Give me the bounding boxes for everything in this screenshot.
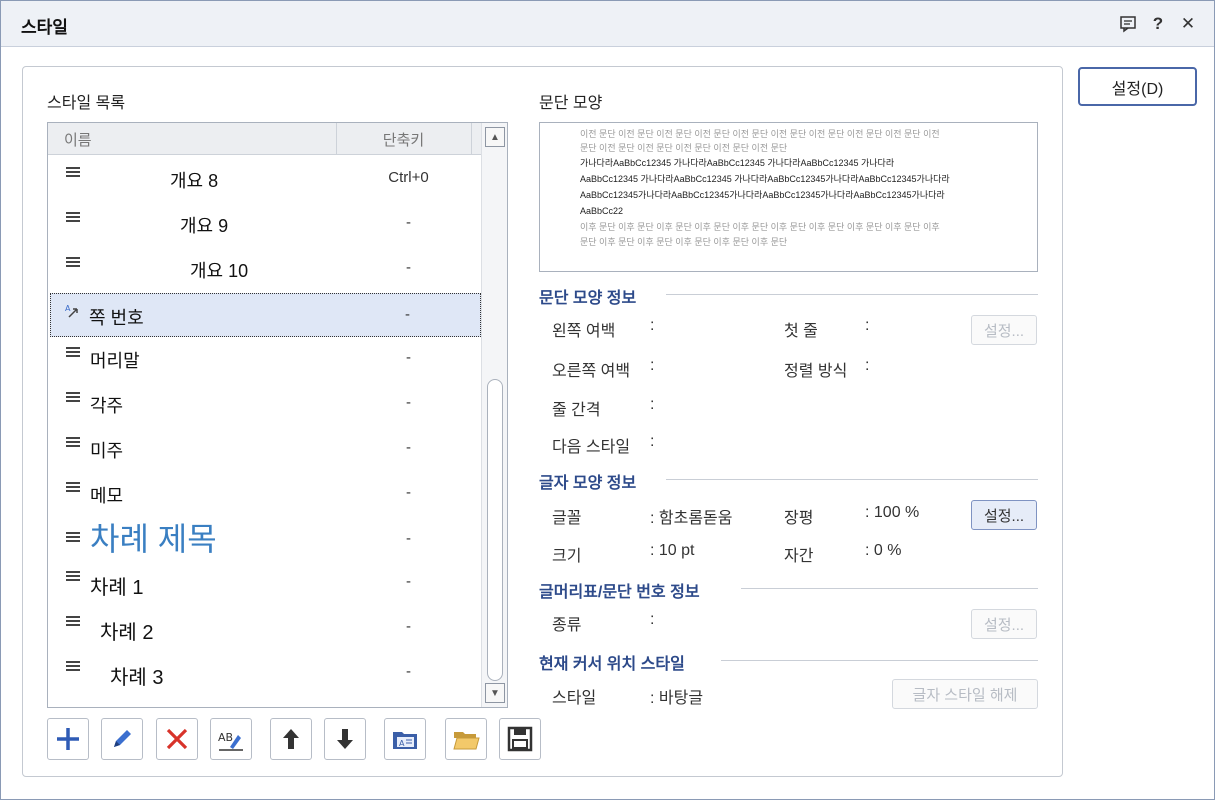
paragraph-info-title: 문단 모양 정보 <box>539 290 637 307</box>
cursor-style-title: 현재 커서 위치 스타일 <box>539 656 685 673</box>
title-bar: 스타일 ? ✕ <box>1 1 1214 47</box>
paragraph-preview: 이전 문단 이전 문단 이전 문단 이전 문단 이전 문단 이전 문단 이전 문… <box>539 122 1038 272</box>
left-margin-label: 왼쪽 여백 <box>552 323 616 340</box>
delete-x-icon <box>166 728 188 750</box>
replace-style-button[interactable]: AB <box>210 718 252 760</box>
paragraph-settings-button[interactable]: 설정... <box>971 315 1037 345</box>
paragraph-style-icon <box>66 347 80 361</box>
list-item[interactable]: 미주 - <box>50 427 481 471</box>
alignment-label: 정렬 방식 <box>784 363 848 380</box>
header-shortcut[interactable]: 단축키 <box>336 129 471 150</box>
dialog-title: 스타일 <box>21 18 68 37</box>
list-item[interactable]: 머리말 - <box>50 337 481 381</box>
list-item[interactable]: 차례 1 - <box>50 561 481 605</box>
size-value: : 10 pt <box>650 542 695 559</box>
paragraph-shape-label: 문단 모양 <box>539 95 603 112</box>
list-item[interactable]: 각주 - <box>50 382 481 426</box>
folder-icon <box>453 732 480 750</box>
style-list[interactable]: 이름 단축키 개요 8 Ctrl+0 개요 9 - 개요 10 - A 쪽 번호… <box>47 122 508 708</box>
arrow-up-icon <box>283 729 299 749</box>
list-item[interactable]: 메모 - <box>50 472 481 516</box>
list-item[interactable]: 개요 9 - <box>50 202 481 246</box>
char-settings-button[interactable]: 설정... <box>971 500 1037 530</box>
line-spacing-label: 줄 간격 <box>552 402 601 419</box>
floppy-disk-icon <box>507 726 533 752</box>
style-folder-icon: A <box>393 732 417 749</box>
delete-style-button[interactable] <box>156 718 198 760</box>
move-down-button[interactable] <box>324 718 366 760</box>
paragraph-style-icon <box>66 482 80 496</box>
size-label: 크기 <box>552 548 582 565</box>
char-spacing-value: : 0 % <box>865 542 902 559</box>
paragraph-style-icon <box>66 532 80 546</box>
open-folder-button[interactable] <box>445 718 487 760</box>
first-line-label: 첫 줄 <box>784 323 818 340</box>
font-label: 글꼴 <box>552 510 582 527</box>
svg-text:A: A <box>65 304 71 313</box>
add-style-button[interactable] <box>47 718 89 760</box>
apply-setting-button[interactable]: 설정(D) <box>1078 67 1197 106</box>
cursor-style-value: : 바탕글 <box>650 690 704 707</box>
list-item[interactable]: 차례 2 - <box>50 606 481 650</box>
arrow-down-icon <box>337 729 353 749</box>
bullet-settings-button[interactable]: 설정... <box>971 609 1037 639</box>
list-item-selected[interactable]: A 쪽 번호 - <box>50 293 481 337</box>
char-spacing-label: 자간 <box>784 548 814 565</box>
svg-text:AB: AB <box>218 731 233 744</box>
bullet-info-title: 글머리표/문단 번호 정보 <box>539 584 700 601</box>
paragraph-style-icon <box>66 167 80 181</box>
paragraph-style-icon <box>66 571 80 585</box>
scroll-up-button[interactable]: ▲ <box>485 127 505 147</box>
import-style-button[interactable]: A <box>384 718 426 760</box>
plus-icon <box>57 728 79 750</box>
close-icon[interactable]: ✕ <box>1177 13 1199 35</box>
next-style-label: 다음 스타일 <box>552 439 631 456</box>
scroll-down-button[interactable]: ▼ <box>485 683 505 703</box>
style-dialog: 스타일 ? ✕ 스타일 목록 문단 모양 이름 단축키 개요 8 Ctrl+0 … <box>0 0 1215 800</box>
clear-char-style-button[interactable]: 글자 스타일 해제 <box>892 679 1038 709</box>
move-up-button[interactable] <box>270 718 312 760</box>
style-list-label: 스타일 목록 <box>47 95 126 112</box>
list-item[interactable]: 개요 8 Ctrl+0 <box>50 157 481 201</box>
pencil-icon <box>114 730 131 747</box>
svg-text:A: A <box>399 739 405 748</box>
right-margin-label: 오른쪽 여백 <box>552 363 631 380</box>
list-item[interactable]: 개요 10 - <box>50 247 481 291</box>
paragraph-style-icon <box>66 392 80 406</box>
list-item[interactable]: 차례 제목 - <box>50 516 481 560</box>
list-scrollbar[interactable]: ▲ ▼ <box>481 123 507 707</box>
char-style-icon: A <box>65 303 79 318</box>
bullet-type-label: 종류 <box>552 617 582 634</box>
paragraph-style-icon <box>66 661 80 675</box>
scroll-thumb[interactable] <box>487 379 503 681</box>
header-name[interactable]: 이름 <box>64 129 92 150</box>
save-button[interactable] <box>499 718 541 760</box>
list-header: 이름 단축키 <box>48 123 481 155</box>
width-ratio-label: 장평 <box>784 510 814 527</box>
paragraph-style-icon <box>66 616 80 630</box>
help-icon[interactable]: ? <box>1147 13 1169 35</box>
list-item[interactable]: 차례 3 - <box>50 651 481 695</box>
comment-icon[interactable] <box>1117 13 1139 35</box>
cursor-style-label: 스타일 <box>552 690 597 707</box>
edit-style-button[interactable] <box>101 718 143 760</box>
paragraph-style-icon <box>66 257 80 271</box>
char-info-title: 글자 모양 정보 <box>539 475 637 492</box>
paragraph-style-icon <box>66 212 80 226</box>
paragraph-style-icon <box>66 437 80 451</box>
width-ratio-value: : 100 % <box>865 504 920 521</box>
eyedropper-icon: AB <box>218 731 243 751</box>
font-value: : 함초롬돋움 <box>650 510 733 527</box>
